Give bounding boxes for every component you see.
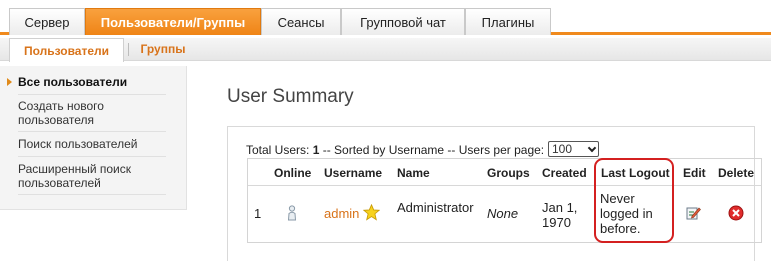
star-icon [363,204,380,221]
chevron-down-icon [587,143,597,153]
top-nav: Сервер Пользователи/Группы Сеансы Группо… [0,0,771,35]
edit-icon[interactable] [686,206,701,220]
subtab-groups[interactable]: Группы [133,38,193,60]
user-groups: None [487,206,519,221]
tab-users-groups[interactable]: Пользователи/Группы [85,8,261,35]
summary-suffix: -- Sorted by Username -- Users per page: [319,143,545,157]
per-page-value: 100 [552,142,573,156]
col-groups: Groups [487,166,530,180]
sidebar-item-all-users[interactable]: Все пользователи [18,75,166,95]
last-logout-highlight [594,158,674,243]
col-created[interactable]: Created [542,166,587,180]
page-title: User Summary [227,86,354,107]
delete-icon[interactable] [728,205,744,221]
summary-prefix: Total Users: [246,143,313,157]
users-summary: Total Users: 1 -- Sorted by Username -- … [246,143,544,157]
subtab-divider [128,43,129,56]
sub-nav: Пользователи Группы [0,38,771,62]
users-per-page-select[interactable]: 100 [548,141,599,157]
col-delete: Delete [718,166,755,180]
active-arrow-icon [7,78,12,86]
col-name[interactable]: Name [397,166,430,180]
sidebar-item-search-users[interactable]: Поиск пользователей [18,137,166,157]
user-full-name: Administrator [397,200,474,215]
sidebar-item-create-user[interactable]: Создать нового пользователя [18,99,166,132]
tab-server[interactable]: Сервер [9,8,85,35]
col-edit: Edit [683,166,706,180]
tab-plugins[interactable]: Плагины [465,8,551,35]
col-username[interactable]: Username [324,166,382,180]
subtab-users[interactable]: Пользователи [9,38,124,62]
table-header-rule [248,185,761,186]
username-link[interactable]: admin [324,206,359,221]
tab-group-chat[interactable]: Групповой чат [341,8,465,35]
tab-sessions[interactable]: Сеансы [261,8,341,35]
col-online: Online [274,166,312,180]
row-index: 1 [254,206,262,221]
created-date: Jan 1, [542,200,578,215]
sidebar-item-advanced-search[interactable]: Расширенный поиск пользователей [18,162,166,195]
user-created: Jan 1, 1970 [542,200,577,230]
created-year: 1970 [542,215,571,230]
user-offline-icon [287,205,297,221]
